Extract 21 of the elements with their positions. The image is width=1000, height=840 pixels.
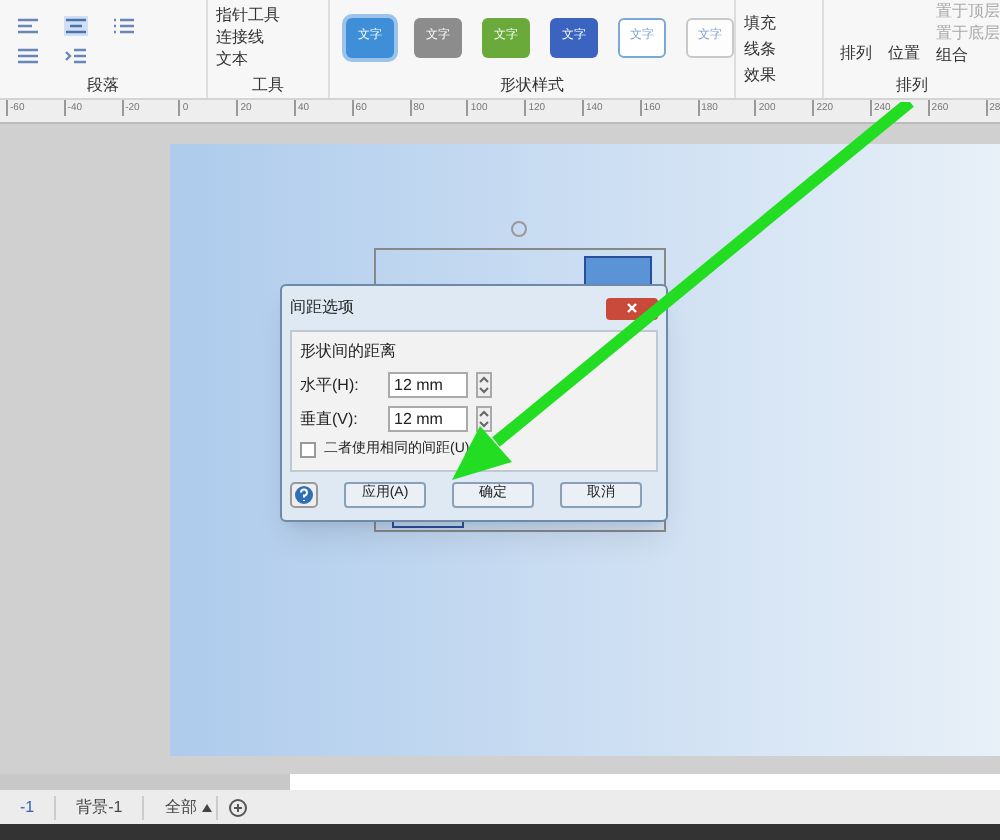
group-label: 段落 — [85, 74, 122, 98]
style-option[interactable]: 填充 — [743, 12, 822, 34]
page-tab[interactable]: 背景-1 — [56, 795, 145, 819]
arrange-button[interactable]: 位置 — [888, 42, 920, 66]
field-label: 垂直(V): — [300, 407, 360, 431]
spin-field[interactable]: 12 mm — [388, 406, 468, 432]
group-label: 排列 — [894, 74, 930, 98]
group-label: 形状样式 — [497, 74, 566, 98]
style-option[interactable]: 线条 — [743, 38, 822, 60]
style-option[interactable]: 效果 — [743, 64, 822, 86]
dialog-title: 间距选项 — [290, 296, 354, 320]
tool-item[interactable]: 文本 — [216, 48, 328, 70]
tool-item[interactable]: 指针工具 — [216, 4, 328, 26]
arrange-button[interactable]: 排列 — [840, 42, 872, 66]
arrange-option[interactable]: 组合 — [936, 44, 1000, 66]
group-label: 工具 — [250, 74, 287, 98]
group-title: 形状间的距离 — [300, 340, 398, 364]
tool-item[interactable]: 连接线 — [216, 26, 328, 48]
spin-field[interactable]: 12 mm — [388, 372, 468, 398]
page-tab[interactable]: -1 — [0, 795, 57, 819]
field-label: 水平(H): — [300, 373, 361, 397]
